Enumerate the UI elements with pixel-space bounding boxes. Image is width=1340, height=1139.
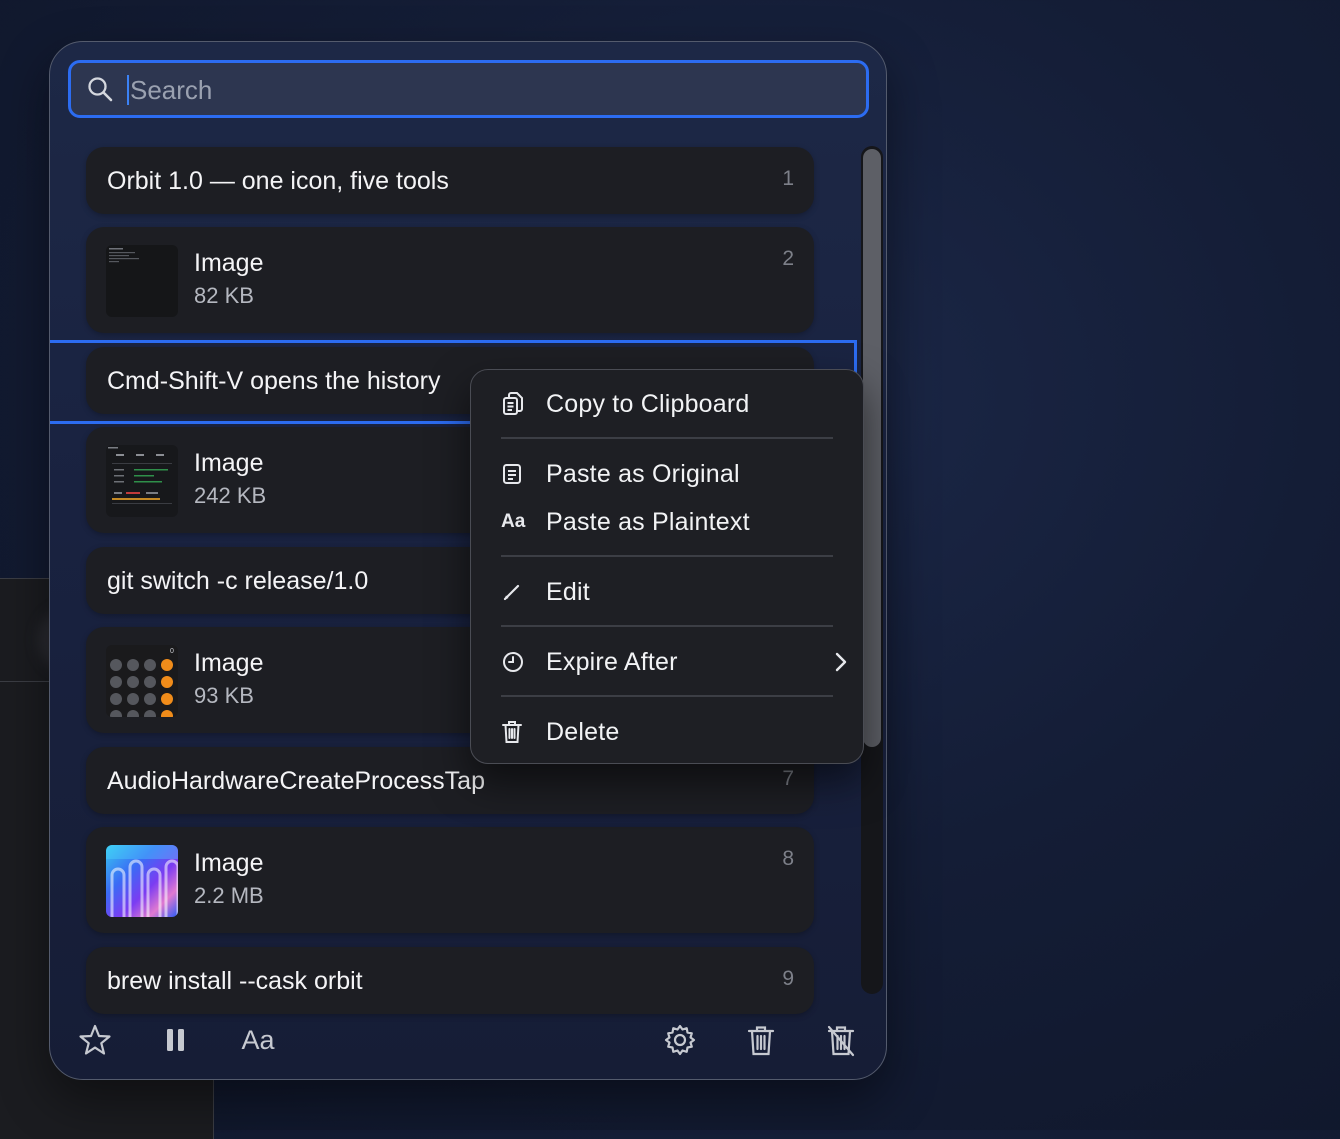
trash-icon — [501, 716, 533, 748]
item-index: 2 — [782, 247, 794, 270]
menu-item-delete[interactable]: Delete — [501, 710, 841, 754]
copy-icon — [501, 388, 533, 420]
trash-all-icon — [827, 1025, 855, 1057]
item-title: Image — [194, 449, 264, 477]
item-size: 2.2 MB — [194, 883, 264, 908]
item-size: 242 KB — [194, 483, 267, 508]
menu-label: Expire After — [546, 647, 678, 676]
item-title: AudioHardwareCreateProcessTap — [107, 767, 485, 795]
settings-button[interactable] — [662, 1022, 698, 1058]
item-title: git switch -c release/1.0 — [107, 567, 369, 595]
font-size-icon: Aa — [241, 1024, 275, 1055]
menu-item-copy[interactable]: Copy to Clipboard — [501, 382, 841, 426]
star-icon — [79, 1024, 111, 1055]
item-index: 9 — [782, 967, 794, 990]
paste-original-icon — [501, 458, 533, 490]
terminal-thumbnail — [106, 245, 178, 317]
item-size: 93 KB — [194, 683, 254, 708]
bottom-toolbar: Aa — [50, 1002, 886, 1079]
item-index: 1 — [782, 167, 794, 190]
history-item-image[interactable]: Image 82 KB 2 — [86, 227, 814, 333]
item-title: Image — [194, 649, 264, 677]
item-title: brew install --cask orbit — [107, 967, 363, 995]
menu-separator — [501, 695, 833, 697]
history-item-image[interactable]: Image 2.2 MB 8 — [86, 827, 814, 933]
dashboard-thumbnail — [106, 445, 178, 517]
menu-label: Delete — [546, 717, 620, 746]
clock-icon — [501, 646, 533, 678]
trash-icon — [747, 1026, 775, 1056]
context-menu: Copy to Clipboard Paste as Original Aa P… — [470, 369, 864, 764]
calculator-thumbnail: 0 — [106, 645, 178, 717]
item-title: Image — [194, 849, 264, 877]
svg-text:0: 0 — [170, 648, 174, 655]
gear-icon — [664, 1024, 696, 1056]
plaintext-icon: Aa — [501, 511, 526, 532]
scrollbar-thumb[interactable] — [863, 149, 881, 747]
menu-separator — [501, 625, 833, 627]
menu-label: Paste as Plaintext — [546, 507, 750, 536]
menu-item-paste-original[interactable]: Paste as Original — [501, 452, 841, 496]
pause-icon — [167, 1029, 184, 1051]
menu-separator — [501, 555, 833, 557]
item-title: Image — [194, 249, 264, 277]
menu-item-paste-plaintext[interactable]: Aa Paste as Plaintext — [501, 500, 841, 544]
font-size-button[interactable]: Aa — [236, 1022, 280, 1058]
wallpaper-thumbnail — [106, 845, 178, 917]
history-item-text[interactable]: Orbit 1.0 — one icon, five tools 1 — [86, 147, 814, 214]
item-title: Orbit 1.0 — one icon, five tools — [107, 167, 449, 195]
menu-item-edit[interactable]: Edit — [501, 570, 841, 614]
menu-label: Paste as Original — [546, 459, 740, 488]
menu-separator — [501, 437, 833, 439]
menu-item-expire-after[interactable]: Expire After — [501, 640, 847, 684]
chevron-right-icon — [835, 652, 847, 672]
menu-label: Edit — [546, 577, 590, 606]
delete-item-button[interactable] — [743, 1022, 779, 1058]
clear-all-button[interactable] — [823, 1022, 859, 1058]
item-size: 82 KB — [194, 283, 254, 308]
menu-label: Copy to Clipboard — [546, 389, 750, 418]
item-index: 8 — [782, 847, 794, 870]
scrollbar[interactable] — [861, 146, 883, 994]
pause-button[interactable] — [158, 1022, 194, 1058]
item-index: 7 — [782, 767, 794, 790]
pencil-icon — [501, 576, 533, 608]
favorite-button[interactable] — [77, 1022, 113, 1058]
